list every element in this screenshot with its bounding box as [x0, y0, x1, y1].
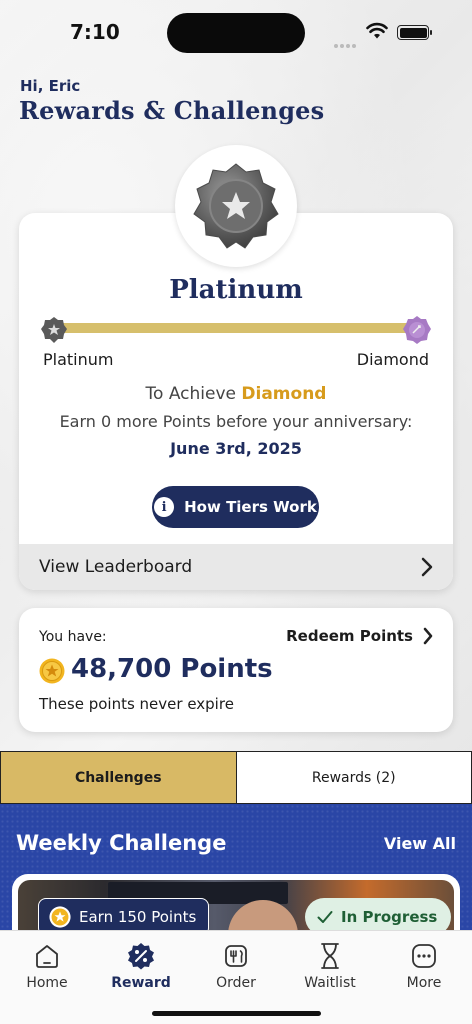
tab-bar: Challenges Rewards (2) [0, 751, 472, 804]
status-bar: 7:10 [0, 0, 472, 62]
coin-icon [39, 658, 65, 684]
order-icon [225, 945, 247, 967]
how-tiers-work-label: How Tiers Work [184, 498, 317, 516]
redeem-points-label: Redeem Points [286, 627, 413, 645]
home-indicator [152, 1011, 321, 1016]
info-icon: i [154, 497, 175, 517]
you-have-label: You have: [39, 629, 107, 645]
leaderboard-label: View Leaderboard [39, 557, 193, 577]
wifi-icon [366, 22, 388, 39]
progress-end-label: Diamond [356, 350, 429, 369]
tab-rewards[interactable]: Rewards (2) [236, 751, 472, 804]
platinum-tier-icon [41, 317, 67, 343]
battery-icon [397, 25, 432, 40]
tier-name: Platinum [169, 275, 303, 305]
points-value: 48,700 Points [71, 654, 273, 684]
diamond-tier-icon [403, 316, 431, 344]
tab-challenges[interactable]: Challenges [0, 751, 237, 804]
hourglass-icon [321, 943, 339, 969]
nav-label-order: Order [216, 975, 256, 991]
coin-icon [49, 906, 71, 928]
bottom-nav: Home Reward Order Waitlist More [0, 930, 472, 1024]
more-icon [412, 944, 436, 968]
nav-item-more[interactable]: More [384, 939, 464, 991]
nav-label-more: More [406, 975, 442, 991]
tier-badge [175, 145, 297, 267]
reward-icon [128, 943, 154, 970]
nav-label-reward: Reward [111, 975, 171, 991]
how-tiers-work-button[interactable]: i How Tiers Work [152, 486, 319, 528]
signal-icon [334, 33, 360, 48]
tier-progress-bar [55, 323, 419, 333]
earn-text: Earn 0 more Points before your anniversa… [59, 412, 413, 431]
dynamic-island [167, 13, 305, 53]
earn-points-label: Earn 150 Points [79, 908, 197, 926]
checkmark-icon [317, 911, 333, 923]
anniversary-date: June 3rd, 2025 [170, 439, 302, 458]
nav-label-waitlist: Waitlist [304, 975, 356, 991]
achieve-text: To Achieve Diamond [19, 384, 453, 404]
chevron-right-icon [421, 557, 433, 577]
status-label: In Progress [341, 908, 438, 926]
chevron-right-icon [423, 627, 433, 645]
home-icon [36, 945, 58, 968]
progress-start-label: Platinum [43, 350, 114, 369]
achieve-target: Diamond [241, 384, 327, 404]
nav-item-reward[interactable]: Reward [101, 939, 181, 991]
status-time: 7:10 [70, 20, 120, 44]
platinum-medal-icon [193, 163, 279, 249]
view-leaderboard-row[interactable]: View Leaderboard [19, 544, 453, 590]
tier-card: Platinum Platinum Diamond To Achieve Dia… [19, 213, 453, 590]
nav-label-home: Home [26, 975, 68, 991]
redeem-points-link[interactable]: Redeem Points [286, 627, 433, 645]
achieve-prefix: To Achieve [145, 384, 236, 404]
nav-item-waitlist[interactable]: Waitlist [290, 939, 370, 991]
points-card: You have: Redeem Points 48,700 Points Th… [19, 608, 453, 732]
weekly-challenge-title: Weekly Challenge [16, 831, 227, 855]
nav-item-home[interactable]: Home [7, 939, 87, 991]
nav-item-order[interactable]: Order [196, 939, 276, 991]
points-note: These points never expire [39, 695, 234, 713]
view-all-link[interactable]: View All [384, 834, 456, 853]
greeting: Hi, Eric [20, 77, 81, 95]
page-title: Rewards & Challenges [19, 96, 325, 125]
